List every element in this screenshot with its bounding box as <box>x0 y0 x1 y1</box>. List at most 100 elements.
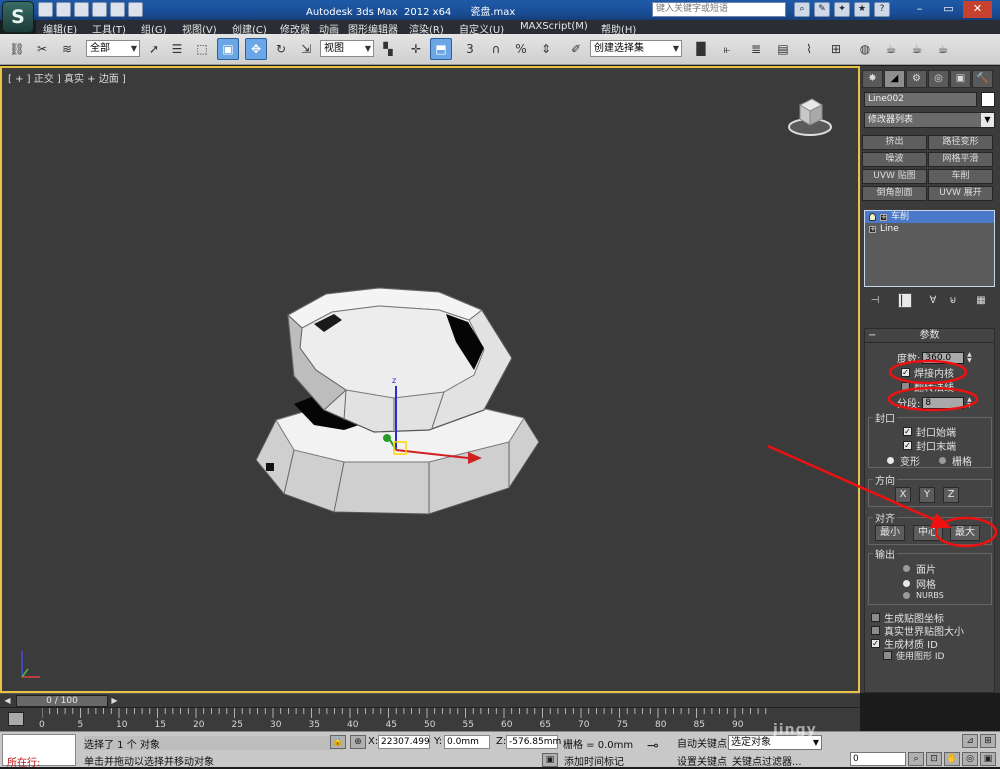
align-max-button[interactable]: 最大 <box>950 525 980 541</box>
direction-z-button[interactable]: Z <box>943 487 959 503</box>
output-mesh-row[interactable]: 网格 <box>903 576 936 591</box>
modifier-stack[interactable]: + 车削 + Line <box>864 210 995 287</box>
modifier-noise-button[interactable]: 噪波 <box>862 152 927 167</box>
modifier-path-deform-button[interactable]: 路径变形 <box>928 135 993 150</box>
render-setup-icon[interactable]: ☕ <box>880 38 902 60</box>
project-folder-icon[interactable] <box>128 2 143 17</box>
track-bar[interactable]: 0 5 10 15 20 25 30 35 40 45 50 55 60 65 70 75 80 85 90 <box>0 707 860 731</box>
field-of-view-icon[interactable]: ⊿ <box>962 734 978 748</box>
bind-space-warp-icon[interactable]: ≋ <box>56 38 78 60</box>
align-min-button[interactable]: 最小 <box>875 525 905 541</box>
tab-utilities[interactable]: 🔨 <box>972 70 993 88</box>
minimize-button[interactable]: – <box>905 1 934 18</box>
zoom-extents-icon[interactable]: ⊡ <box>926 752 942 766</box>
binoculars-icon[interactable]: ⌕ <box>794 2 810 17</box>
nurbs-radio[interactable] <box>903 592 910 599</box>
modifier-lathe-button[interactable]: 车削 <box>928 169 993 184</box>
select-and-scale-icon[interactable]: ⇲ <box>295 38 317 60</box>
pivot-center-icon[interactable]: ▚ <box>377 38 399 60</box>
teacup-model[interactable]: z <box>254 280 544 516</box>
mirror-icon[interactable]: ▐▌ <box>690 38 712 60</box>
expand-icon[interactable]: + <box>869 225 876 233</box>
maxscript-listener-mini[interactable]: 所在行: <box>2 734 76 769</box>
light-bulb-icon[interactable] <box>869 213 876 221</box>
real-world-map-checkbox[interactable] <box>871 626 880 635</box>
snaps-toggle-icon[interactable]: 3 <box>459 38 481 60</box>
communication-icon[interactable]: ✦ <box>834 2 850 17</box>
tab-modify[interactable]: ◢ <box>884 70 905 88</box>
morph-radio[interactable] <box>887 457 894 464</box>
degrees-input[interactable]: 360.0 <box>922 351 965 364</box>
stack-item-lathe[interactable]: + 车削 <box>865 211 994 223</box>
modifier-uvw-map-button[interactable]: UVW 贴图 <box>862 169 927 184</box>
cap-start-row[interactable]: ✓ 封口始端 <box>903 424 956 439</box>
select-object-icon[interactable]: ➚ <box>143 38 165 60</box>
modifier-extrude-button[interactable]: 挤出 <box>862 135 927 150</box>
named-selection-dropdown[interactable]: 创建选择集 <box>590 40 682 57</box>
mini-curve-editor-icon[interactable] <box>8 712 24 726</box>
rect-selection-region-icon[interactable]: ⬚ <box>191 38 213 60</box>
zoom-all-icon[interactable]: ⊞ <box>980 734 996 748</box>
maximize-viewport-icon[interactable]: ▣ <box>980 752 996 766</box>
layer-manager-icon[interactable]: ≣ <box>745 38 767 60</box>
edit-named-selection-icon[interactable]: ✐ <box>565 38 587 60</box>
save-file-icon[interactable] <box>74 2 89 17</box>
cap-start-checkbox[interactable]: ✓ <box>903 427 912 436</box>
add-time-tag-icon[interactable]: ▣ <box>542 753 558 767</box>
pan-hand-icon[interactable]: ✋ <box>944 752 960 766</box>
modifier-bevel-profile-button[interactable]: 倒角剖面 <box>862 186 927 201</box>
gen-mat-ids-checkbox[interactable]: ✓ <box>871 639 880 648</box>
grid-row[interactable]: 栅格 <box>939 453 972 468</box>
show-end-result-icon[interactable]: ▏ <box>898 293 912 308</box>
grid-radio[interactable] <box>939 457 946 464</box>
new-file-icon[interactable] <box>38 2 53 17</box>
flip-normals-checkbox[interactable] <box>901 382 910 391</box>
undo-icon[interactable] <box>92 2 107 17</box>
reference-coord-dropdown[interactable]: 视图 <box>320 40 374 57</box>
modifier-list-dropdown[interactable]: 修改器列表 ▼ <box>864 112 995 128</box>
segments-input[interactable]: 8 <box>922 396 965 409</box>
help-icon[interactable]: ? <box>874 2 890 17</box>
viewport-label[interactable]: [ + ] 正交 ] 真实 + 边面 ] <box>8 70 126 85</box>
align-icon[interactable]: ⫦ <box>716 38 738 60</box>
maximize-button[interactable]: ▭ <box>934 1 963 18</box>
current-frame-field[interactable]: 0 <box>850 752 906 766</box>
output-patch-row[interactable]: 面片 <box>903 561 936 576</box>
chevron-down-icon[interactable]: ▼ <box>981 113 994 127</box>
zoom-icon[interactable]: ⌕ <box>908 752 924 766</box>
use-shape-ids-row[interactable]: 使用图形 ID <box>883 649 944 662</box>
object-color-swatch[interactable] <box>981 92 995 107</box>
time-slider[interactable]: ◀ 0 / 100 ▶ <box>0 693 860 707</box>
select-by-name-icon[interactable]: ☰ <box>166 38 188 60</box>
cap-end-row[interactable]: ✓ 封口末端 <box>903 438 956 453</box>
redo-icon[interactable] <box>110 2 125 17</box>
stack-item-line[interactable]: + Line <box>865 223 994 235</box>
tab-hierarchy[interactable]: ⚙ <box>906 70 927 88</box>
output-nurbs-row[interactable]: NURBS <box>903 591 944 600</box>
viewcube-icon[interactable] <box>786 93 834 141</box>
material-editor-icon[interactable]: ◍ <box>854 38 876 60</box>
subscription-icon[interactable]: ✎ <box>814 2 830 17</box>
morph-row[interactable]: 变形 <box>887 453 920 468</box>
use-shape-ids-checkbox[interactable] <box>883 651 892 660</box>
spinner-snap-icon[interactable]: ⇕ <box>535 38 557 60</box>
x-coordinate-field[interactable]: 22307.499 <box>378 735 430 749</box>
gen-map-coords-checkbox[interactable] <box>871 613 880 622</box>
direction-y-button[interactable]: Y <box>919 487 935 503</box>
percent-snap-icon[interactable]: % <box>510 38 532 60</box>
modifier-meshsmooth-button[interactable]: 网格平滑 <box>928 152 993 167</box>
schematic-view-icon[interactable]: ⊞ <box>825 38 847 60</box>
absolute-mode-icon[interactable]: ⊕ <box>350 735 366 749</box>
perspective-viewport[interactable]: [ + ] 正交 ] 真实 + 边面 ] z <box>0 66 860 693</box>
select-and-manipulate-icon[interactable]: ✛ <box>405 38 427 60</box>
unlink-icon[interactable]: ✂ <box>31 38 53 60</box>
select-and-link-icon[interactable]: ⛓ <box>6 38 28 60</box>
tab-motion[interactable]: ◎ <box>928 70 949 88</box>
app-logo-icon[interactable]: S <box>2 1 34 33</box>
expand-icon[interactable]: + <box>880 213 887 221</box>
graphite-tools-icon[interactable]: ▤ <box>772 38 794 60</box>
configure-modifier-sets-icon[interactable]: ▦ <box>974 293 988 308</box>
patch-radio[interactable] <box>903 565 910 572</box>
make-unique-icon[interactable]: ∀ <box>926 293 940 308</box>
spinner-arrows-icon[interactable]: ▲ ▼ <box>965 396 973 409</box>
